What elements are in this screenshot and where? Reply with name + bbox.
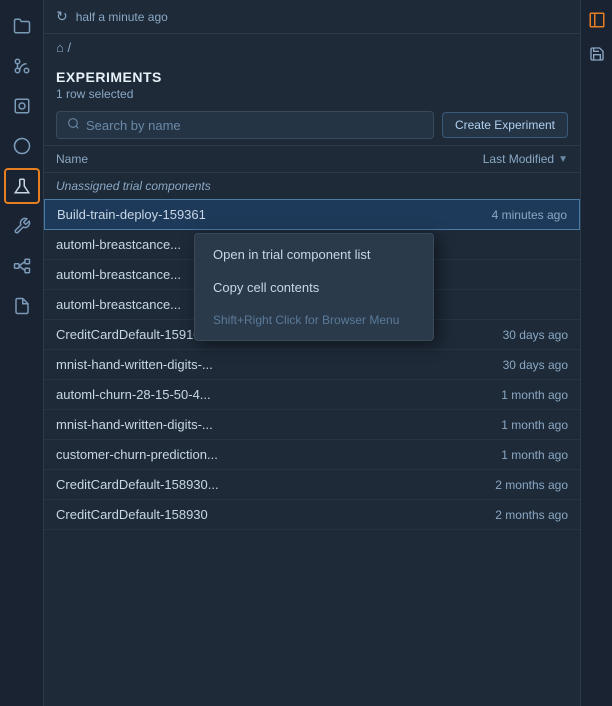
search-box[interactable]: Search by name <box>56 111 434 139</box>
main-panel: ↻ half a minute ago ⌂ / EXPERIMENTS 1 ro… <box>44 0 580 706</box>
context-menu-item-open[interactable]: Open in trial component list <box>195 238 433 271</box>
context-menu-item-shift-click: Shift+Right Click for Browser Menu <box>195 304 433 336</box>
row-time-10: 2 months ago <box>495 508 568 522</box>
table-body: Unassigned trial components Build-train-… <box>44 173 580 706</box>
breadcrumb-separator: / <box>67 40 71 55</box>
row-time-7: 1 month ago <box>501 418 568 432</box>
table-row[interactable]: customer-churn-prediction...1 month ago <box>44 440 580 470</box>
topbar: ↻ half a minute ago <box>44 0 580 34</box>
sidebar-icon-file[interactable] <box>4 288 40 324</box>
table-row[interactable]: mnist-hand-written-digits-...30 days ago <box>44 350 580 380</box>
experiments-header: EXPERIMENTS 1 row selected <box>44 61 580 105</box>
search-icon <box>67 117 80 133</box>
row-name-0: Build-train-deploy-159361 <box>57 207 492 222</box>
breadcrumb: ⌂ / <box>44 34 580 61</box>
table-row[interactable]: automl-churn-28-15-50-4...1 month ago <box>44 380 580 410</box>
row-name-5: mnist-hand-written-digits-... <box>56 357 503 372</box>
search-placeholder-text: Search by name <box>86 118 181 133</box>
row-name-10: CreditCardDefault-158930 <box>56 507 495 522</box>
create-experiment-button[interactable]: Create Experiment <box>442 112 568 138</box>
row-time-0: 4 minutes ago <box>492 208 567 222</box>
row-name-9: CreditCardDefault-158930... <box>56 477 495 492</box>
context-menu-item-copy[interactable]: Copy cell contents <box>195 271 433 304</box>
last-refresh-time: half a minute ago <box>76 10 168 24</box>
row-name-7: mnist-hand-written-digits-... <box>56 417 501 432</box>
sidebar <box>0 0 44 706</box>
panel-tab-icon[interactable] <box>585 8 609 32</box>
sidebar-icon-docker[interactable] <box>4 88 40 124</box>
table-row[interactable]: mnist-hand-written-digits-...1 month ago <box>44 410 580 440</box>
col-modified-header: Last Modified ▼ <box>483 152 568 166</box>
row-time-9: 2 months ago <box>495 478 568 492</box>
row-time-4: 30 days ago <box>503 328 568 342</box>
refresh-icon[interactable]: ↻ <box>56 8 68 25</box>
row-time-5: 30 days ago <box>503 358 568 372</box>
right-panel <box>580 0 612 706</box>
table-row[interactable]: CreditCardDefault-1589302 months ago <box>44 500 580 530</box>
sidebar-icon-palette[interactable] <box>4 128 40 164</box>
sidebar-icon-folder[interactable] <box>4 8 40 44</box>
sidebar-icon-wrench[interactable] <box>4 208 40 244</box>
panel-save-icon[interactable] <box>585 42 609 66</box>
home-icon[interactable]: ⌂ <box>56 40 64 55</box>
context-menu: Open in trial component list Copy cell c… <box>194 233 434 341</box>
row-time-8: 1 month ago <box>501 448 568 462</box>
search-row: Search by name Create Experiment <box>44 105 580 145</box>
sidebar-icon-network[interactable] <box>4 248 40 284</box>
sidebar-icon-git[interactable] <box>4 48 40 84</box>
table-header: Name Last Modified ▼ <box>44 145 580 173</box>
sort-arrow-icon: ▼ <box>558 154 568 165</box>
section-label-unassigned: Unassigned trial components <box>44 173 580 199</box>
row-name-6: automl-churn-28-15-50-4... <box>56 387 501 402</box>
table-row[interactable]: CreditCardDefault-158930...2 months ago <box>44 470 580 500</box>
row-selected-count: 1 row selected <box>56 87 568 101</box>
table-row[interactable]: Build-train-deploy-1593614 minutes ago <box>44 199 580 230</box>
sidebar-icon-flask[interactable] <box>4 168 40 204</box>
row-time-6: 1 month ago <box>501 388 568 402</box>
experiments-title: EXPERIMENTS <box>56 69 568 85</box>
row-name-8: customer-churn-prediction... <box>56 447 501 462</box>
col-name-header: Name <box>56 152 483 166</box>
